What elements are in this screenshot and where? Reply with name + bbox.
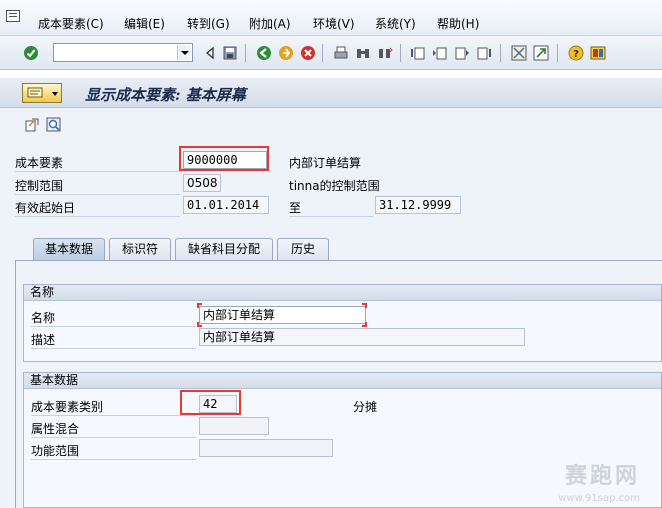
menu-goto[interactable]: 转到(G) xyxy=(187,15,230,32)
tab-strip: 基本数据 标识符 缺省科目分配 历史 xyxy=(15,238,662,260)
command-field[interactable] xyxy=(53,43,193,62)
controlling-area-label: 控制范围 xyxy=(15,179,64,193)
find-next-icon[interactable] xyxy=(377,45,393,61)
watermark-url: www.91sap.com xyxy=(558,493,640,504)
exit-icon[interactable] xyxy=(278,45,294,61)
functional-area-field[interactable] xyxy=(199,439,333,457)
highlight-category xyxy=(180,390,241,415)
valid-from-label: 有效起始日 xyxy=(15,201,76,215)
menu-extras[interactable]: 附加(A) xyxy=(249,15,291,32)
tab-default-account-assignment[interactable]: 缺省科目分配 xyxy=(175,238,273,260)
prev-page-icon[interactable] xyxy=(432,45,448,61)
enter-icon[interactable] xyxy=(23,45,39,61)
page-title: 显示成本要素: 基本屏幕 xyxy=(85,86,246,104)
cost-element-category-label: 成本要素类别 xyxy=(31,400,104,414)
detail-search-icon[interactable] xyxy=(46,117,62,133)
menu-edit[interactable]: 编辑(E) xyxy=(124,15,165,32)
valid-to-field[interactable]: 31.12.9999 xyxy=(375,196,461,214)
next-page-icon[interactable] xyxy=(454,45,470,61)
svg-text:?: ? xyxy=(573,49,579,60)
last-page-icon[interactable] xyxy=(476,45,492,61)
tab-indicators[interactable]: 标识符 xyxy=(109,238,171,260)
screen-menu-icon xyxy=(27,87,43,98)
command-dropdown-icon[interactable] xyxy=(177,45,191,60)
standard-toolbar: ? xyxy=(0,36,662,70)
menu-environment[interactable]: 环境(V) xyxy=(313,15,355,32)
valid-from-field[interactable]: 01.01.2014 xyxy=(183,196,269,214)
display-change-icon[interactable] xyxy=(24,117,40,133)
description-field[interactable]: 内部订单结算 xyxy=(199,328,525,346)
tab-basic-data[interactable]: 基本数据 xyxy=(33,238,105,260)
basic-data-group-title: 基本数据 xyxy=(24,373,661,389)
menu-list-icon[interactable] xyxy=(6,10,20,22)
screen-title-bar: 显示成本要素: 基本屏幕 xyxy=(0,78,662,108)
cost-element-category-description: 分摊 xyxy=(353,400,378,414)
highlight-cost-element xyxy=(179,146,269,171)
menu-bar: 成本要素(C) 编辑(E) 转到(G) 附加(A) 环境(V) 系统(Y) 帮助… xyxy=(0,0,662,36)
tab-history[interactable]: 历史 xyxy=(277,238,329,260)
attribute-mix-label: 属性混合 xyxy=(31,422,80,436)
cost-element-description: 内部订单结算 xyxy=(289,156,362,170)
application-toolbar xyxy=(0,108,662,143)
help-icon[interactable]: ? xyxy=(568,45,584,61)
cost-element-label: 成本要素 xyxy=(15,156,64,170)
functional-area-label: 功能范围 xyxy=(31,444,80,458)
menu-help[interactable]: 帮助(H) xyxy=(437,15,479,32)
back-icon[interactable] xyxy=(256,45,272,61)
valid-to-label: 至 xyxy=(289,201,302,215)
watermark-logo: 赛跑网 xyxy=(564,463,640,489)
collapse-icon[interactable] xyxy=(202,45,218,61)
shortcut-icon[interactable] xyxy=(533,45,549,61)
controlling-area-field[interactable]: 0508 xyxy=(183,174,221,192)
print-icon[interactable] xyxy=(333,45,349,61)
layout-icon[interactable] xyxy=(590,45,606,61)
new-session-icon[interactable] xyxy=(511,45,527,61)
name-field[interactable]: 内部订单结算 xyxy=(199,306,366,324)
cancel-icon[interactable] xyxy=(300,45,316,61)
description-label: 描述 xyxy=(31,333,56,347)
screen-menu-button[interactable] xyxy=(22,83,62,103)
controlling-area-description: tinna的控制范围 xyxy=(289,179,380,193)
find-icon[interactable] xyxy=(355,45,371,61)
menu-system[interactable]: 系统(Y) xyxy=(375,15,416,32)
attribute-mix-field[interactable] xyxy=(199,417,269,435)
menu-cost-element[interactable]: 成本要素(C) xyxy=(38,15,104,32)
save-icon[interactable] xyxy=(222,45,238,61)
first-page-icon[interactable] xyxy=(410,45,426,61)
names-group-title: 名称 xyxy=(24,285,661,301)
name-label: 名称 xyxy=(31,311,56,325)
